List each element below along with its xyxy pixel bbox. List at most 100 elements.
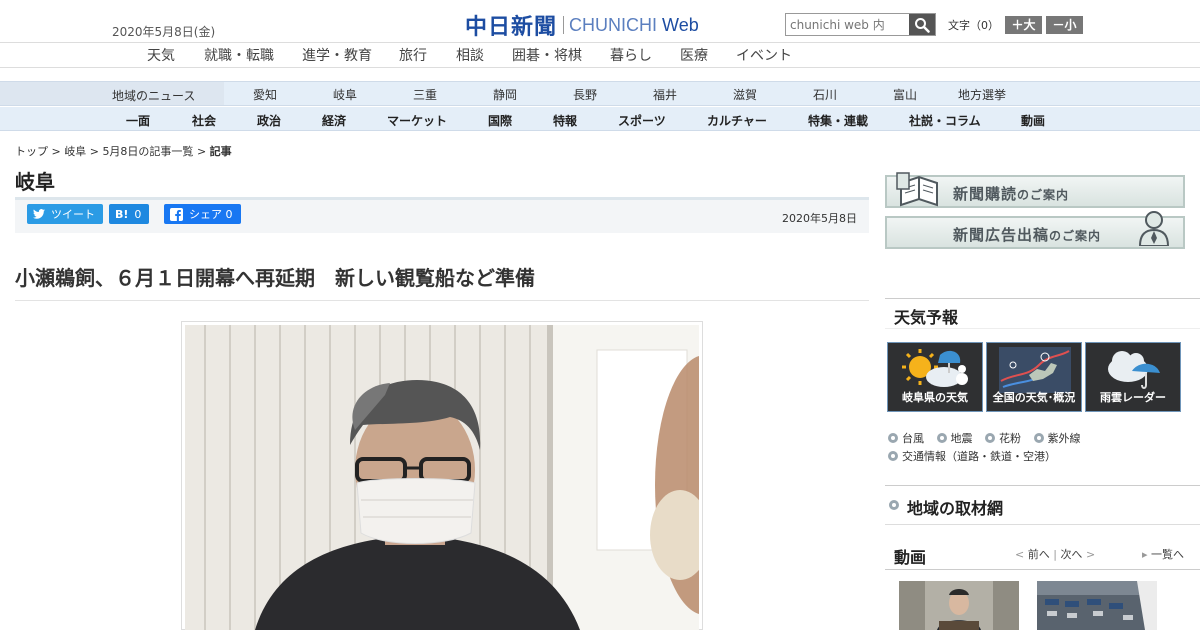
bullet-icon (985, 433, 995, 443)
gnav-education[interactable]: 進学・教育 (302, 45, 372, 65)
gnav-events[interactable]: イベント (736, 45, 792, 65)
breadcrumb-day-list[interactable]: 5月8日の記事一覧 (102, 145, 193, 158)
weather-links-row: 台風 地震 花粉 紫外線 (888, 430, 1090, 446)
site-logo[interactable]: 中日新聞 CHUNICHI Web (465, 9, 699, 41)
breadcrumb: トップ > 岐阜 > 5月8日の記事一覧 > 記事 (15, 143, 232, 159)
subscribe-banner-text: 新聞購読のご案内 (953, 183, 1069, 204)
rain-radar-tile[interactable]: 雨雲レーダー (1085, 342, 1181, 412)
share-bar: ツイート B! 0 シェア 0 2020年5月8日 (15, 200, 869, 233)
region-local-elections[interactable]: 地方選挙 (958, 86, 1006, 103)
font-size-control: 文字（0） ＋大 －小 (948, 16, 1083, 34)
region-shizuoka[interactable]: 静岡 (493, 86, 517, 103)
video-pager: < 前へ | 次へ > (1015, 546, 1095, 562)
earthquake-label: 地震 (950, 432, 973, 445)
video-thumbnail[interactable] (899, 581, 1019, 630)
video-thumbnail-image (1037, 581, 1157, 630)
gnav-living[interactable]: 暮らし (610, 45, 652, 65)
cat-culture[interactable]: カルチャー (707, 112, 767, 129)
cat-editorial[interactable]: 社説・コラム (909, 112, 981, 129)
earthquake-link[interactable]: 地震 (936, 430, 973, 446)
breadcrumb-separator: > (89, 145, 99, 158)
search-icon (915, 17, 930, 33)
bullet-icon (888, 451, 898, 461)
advertise-banner[interactable]: 新聞広告出稿のご案内 (885, 211, 1185, 249)
region-network-header[interactable]: 地域の取材網 (885, 485, 1200, 525)
video-all-link[interactable]: ▸ 一覧へ (1142, 546, 1184, 562)
gnav-travel[interactable]: 旅行 (399, 45, 427, 65)
video-thumbnail[interactable] (1037, 581, 1157, 630)
newspaper-icon (896, 172, 938, 207)
hatena-icon: B! (115, 207, 129, 221)
advertise-banner-text: 新聞広告出稿のご案内 (953, 224, 1101, 245)
weather-map-icon (999, 347, 1071, 393)
cat-international[interactable]: 国際 (488, 112, 512, 129)
region-toyama[interactable]: 富山 (893, 86, 917, 103)
tweet-label: ツイート (51, 208, 95, 221)
subscribe-banner-main: 新聞購読 (953, 185, 1018, 203)
video-prev-link[interactable]: 前へ (1028, 548, 1050, 561)
cat-video[interactable]: 動画 (1021, 112, 1045, 129)
search-input[interactable] (786, 14, 909, 35)
region-shiga[interactable]: 滋賀 (733, 86, 757, 103)
region-nav-arrow (210, 82, 222, 105)
article-photo-image (185, 325, 699, 630)
typhoon-link[interactable]: 台風 (888, 430, 924, 446)
chevron-right-icon: > (1085, 548, 1096, 561)
region-fukui[interactable]: 福井 (653, 86, 677, 103)
weather-gifu-label: 岐阜県の天気 (902, 391, 968, 404)
current-date: 2020年5月8日(金) (112, 25, 216, 39)
gnav-consult[interactable]: 相談 (456, 45, 484, 65)
uv-label: 紫外線 (1047, 432, 1081, 445)
tweet-button[interactable]: ツイート (27, 204, 103, 224)
font-smaller-button[interactable]: －小 (1046, 16, 1083, 34)
breadcrumb-gifu[interactable]: 岐阜 (64, 145, 86, 158)
traffic-link[interactable]: 交通情報（道路・鉄道・空港） (888, 448, 1056, 464)
hatena-count: 0 (134, 207, 142, 221)
cat-front-page[interactable]: 一面 (126, 112, 150, 129)
gnav-jobs[interactable]: 就職・転職 (204, 45, 274, 65)
category-nav: 一面 社会 政治 経済 マーケット 国際 特報 スポーツ カルチャー 特集・連載… (0, 107, 1200, 131)
region-ishikawa[interactable]: 石川 (813, 86, 837, 103)
video-next-link[interactable]: 次へ (1060, 548, 1082, 561)
facebook-share-button[interactable]: シェア 0 (164, 204, 241, 224)
search-button[interactable] (909, 14, 935, 35)
uv-link[interactable]: 紫外線 (1033, 430, 1081, 446)
advertise-banner-suffix: のご案内 (1049, 229, 1102, 243)
cat-sports[interactable]: スポーツ (618, 112, 666, 129)
bullet-icon (888, 433, 898, 443)
logo-english-web: Web (662, 14, 699, 35)
breadcrumb-separator: > (196, 145, 207, 158)
gnav-weather[interactable]: 天気 (147, 45, 175, 65)
region-aichi[interactable]: 愛知 (253, 86, 277, 103)
global-nav: 天気 就職・転職 進学・教育 旅行 相談 囲碁・将棋 暮らし 医療 イベント (0, 43, 1200, 68)
logo-english-name: CHUNICHI (569, 14, 658, 35)
font-larger-button[interactable]: ＋大 (1005, 16, 1042, 34)
article-photo[interactable] (181, 321, 703, 630)
advertise-banner-main: 新聞広告出稿 (953, 226, 1050, 244)
region-nagano[interactable]: 長野 (573, 86, 597, 103)
region-mie[interactable]: 三重 (413, 86, 437, 103)
hatena-bookmark-button[interactable]: B! 0 (109, 204, 150, 224)
gnav-igo-shogi[interactable]: 囲碁・将棋 (512, 45, 582, 65)
breadcrumb-top[interactable]: トップ (15, 145, 48, 158)
video-thumbnail-image (899, 581, 1019, 630)
typhoon-label: 台風 (902, 432, 924, 445)
site-search (785, 13, 936, 36)
logo-divider (563, 16, 565, 34)
cat-economy[interactable]: 経済 (322, 112, 346, 129)
traffic-label: 交通情報（道路・鉄道・空港） (902, 450, 1056, 463)
cat-politics[interactable]: 政治 (257, 112, 281, 129)
video-all-label: 一覧へ (1151, 548, 1184, 561)
bullet-icon (936, 433, 947, 443)
headline-divider (15, 300, 869, 301)
region-gifu[interactable]: 岐阜 (333, 86, 357, 103)
weather-gifu-tile[interactable]: 岐阜県の天気 (887, 342, 983, 412)
cat-society[interactable]: 社会 (192, 112, 216, 129)
cat-market[interactable]: マーケット (387, 112, 447, 129)
cat-features[interactable]: 特集・連載 (808, 112, 868, 129)
gnav-medical[interactable]: 医療 (680, 45, 708, 65)
cat-special-report[interactable]: 特報 (553, 112, 577, 129)
subscribe-banner[interactable]: 新聞購読のご案内 (885, 172, 1185, 208)
weather-national-tile[interactable]: 全国の天気･概況 (986, 342, 1082, 412)
pollen-link[interactable]: 花粉 (985, 430, 1021, 446)
